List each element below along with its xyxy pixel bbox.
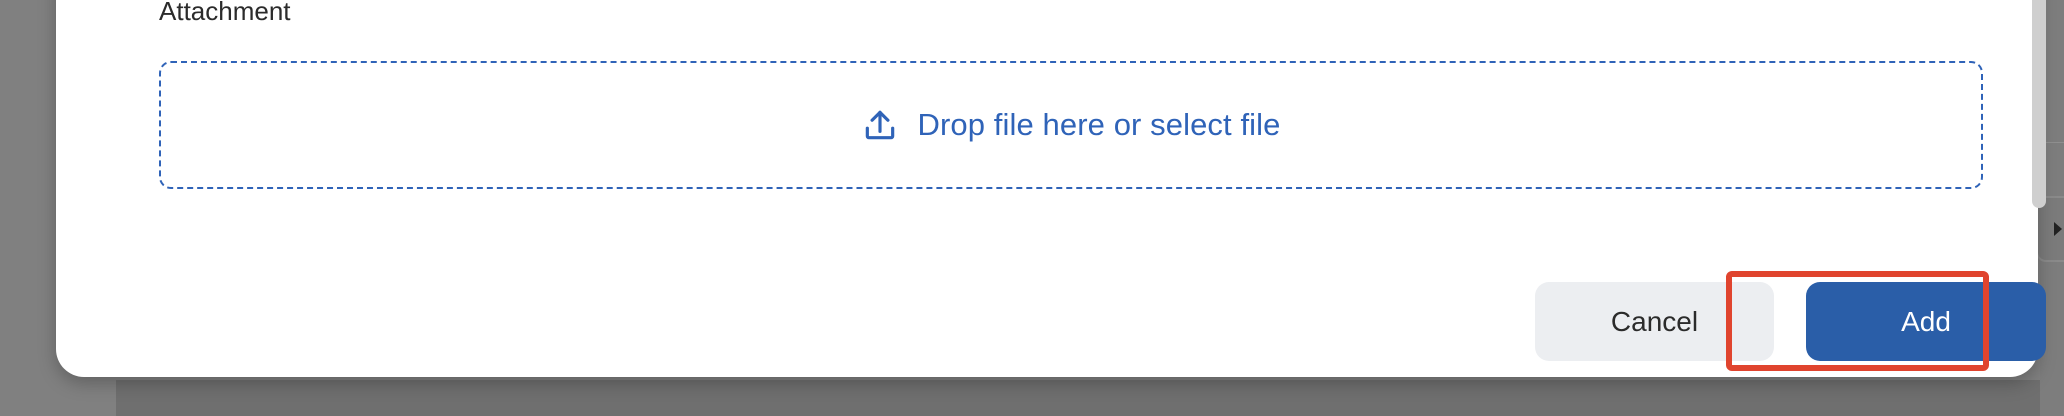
cancel-button[interactable]: Cancel — [1535, 282, 1774, 361]
dropzone-text[interactable]: Drop file here or select file — [917, 107, 1280, 143]
add-attachment-dialog: Attachment Drop file here or select file… — [56, 0, 2046, 377]
chevron-right-icon — [2054, 222, 2062, 236]
file-dropzone[interactable]: Drop file here or select file — [159, 61, 1983, 189]
scrollbar[interactable] — [2032, 0, 2046, 208]
attachment-label: Attachment — [159, 0, 291, 26]
upload-icon — [866, 110, 895, 140]
background-page — [116, 380, 2064, 416]
add-button[interactable]: Add — [1806, 282, 2046, 361]
